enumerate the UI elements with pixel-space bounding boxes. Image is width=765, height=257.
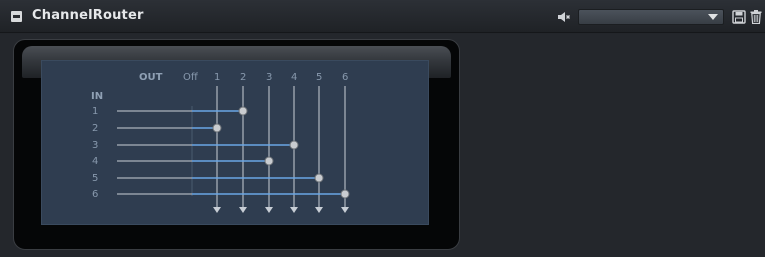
input-label-4: 4 [92, 156, 98, 167]
input-label-1: 1 [92, 106, 98, 117]
chevron-down-icon [708, 14, 718, 20]
route-knob-4[interactable] [264, 156, 274, 166]
speaker-muted-icon[interactable] [556, 9, 572, 25]
collapse-button[interactable] [11, 11, 22, 22]
output-label-4: 4 [291, 72, 297, 83]
in-header: IN [91, 91, 103, 102]
down-arrow-icon [315, 207, 323, 213]
route-knob-6[interactable] [340, 189, 350, 199]
down-arrow-icon [213, 207, 221, 213]
route-knob-2[interactable] [212, 123, 222, 133]
route-knob-1[interactable] [238, 106, 248, 116]
output-label-1: 1 [214, 72, 220, 83]
output-label-2: 2 [240, 72, 246, 83]
input-label-6: 6 [92, 189, 98, 200]
down-arrow-icon [341, 207, 349, 213]
route-knob-5[interactable] [314, 173, 324, 183]
out-header: OUT [139, 72, 163, 83]
routing-matrix: OUT Off IN 1 2 3 4 5 6 1 2 3 4 5 6 [41, 60, 429, 225]
down-arrow-icon [265, 207, 273, 213]
floppy-disk-icon[interactable] [732, 10, 746, 24]
title-bar: ChannelRouter [0, 0, 765, 33]
off-column-label: Off [183, 72, 199, 83]
down-arrow-icon [239, 207, 247, 213]
preset-dropdown[interactable] [578, 9, 724, 25]
input-label-3: 3 [92, 140, 98, 151]
output-label-6: 6 [342, 72, 348, 83]
input-label-5: 5 [92, 173, 98, 184]
routing-matrix-graphic: OUT Off IN 1 2 3 4 5 6 1 2 3 4 5 6 [91, 72, 350, 213]
output-label-5: 5 [316, 72, 322, 83]
down-arrow-icon [290, 207, 298, 213]
route-knob-3[interactable] [289, 140, 299, 150]
input-label-2: 2 [92, 123, 98, 134]
trash-icon[interactable] [750, 10, 762, 24]
output-label-3: 3 [266, 72, 272, 83]
window-title: ChannelRouter [32, 8, 144, 23]
channel-router-window: ChannelRouter OUT Off IN 1 2 3 4 5 6 1 2 3… [0, 0, 765, 257]
